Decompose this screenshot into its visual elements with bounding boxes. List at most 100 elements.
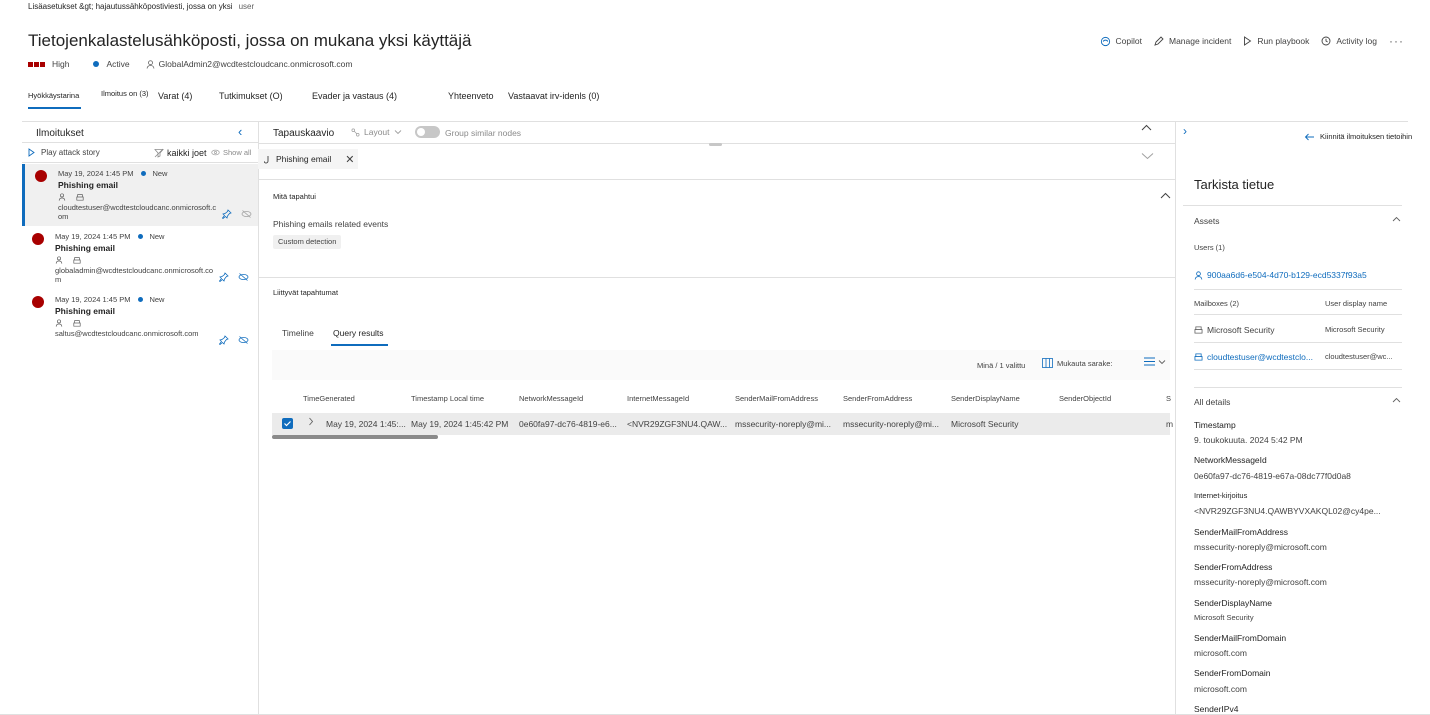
copilot-button[interactable]: Copilot: [1100, 36, 1142, 47]
column-header[interactable]: InternetMessageId: [627, 394, 689, 403]
horizontal-scrollbar[interactable]: [272, 435, 438, 439]
alert-meta: May 19, 2024 1:45 PM New: [58, 169, 167, 178]
phishing-email-tab[interactable]: Phishing email ✕: [258, 149, 358, 169]
detail-key: SenderMailFromAddress: [1194, 527, 1289, 537]
tab-timeline[interactable]: Timeline: [282, 328, 314, 338]
activity-log-button[interactable]: Activity log: [1321, 36, 1377, 46]
layout-label: Layout: [364, 127, 390, 137]
tab-assets[interactable]: Varat (4): [158, 91, 192, 101]
collapse-panel-icon[interactable]: ‹: [238, 124, 242, 139]
mailbox-name: cloudtestuser@wcdtestclo...: [1207, 352, 1313, 362]
mailbox-name: Microsoft Security: [1207, 325, 1275, 335]
column-header[interactable]: TimeGenerated: [303, 394, 355, 403]
tab-alerts[interactable]: Ilmoitus on (3): [101, 89, 149, 98]
show-all-button[interactable]: Show all: [211, 148, 251, 157]
filter-button[interactable]: kaikki joet: [154, 148, 207, 158]
column-header[interactable]: Timestamp Local time: [411, 394, 484, 403]
mailbox-icon: [73, 320, 81, 327]
tab-attack-story[interactable]: Hyökkäystarina: [28, 91, 79, 100]
alert-meta: May 19, 2024 1:45 PM New: [55, 295, 164, 304]
activity-log-label: Activity log: [1336, 36, 1377, 46]
severity-label: High: [52, 59, 70, 69]
table-cell: Microsoft Security: [951, 419, 1019, 429]
alert-card[interactable]: May 19, 2024 1:45 PM New Phishing email s…: [22, 290, 258, 352]
alert-date: May 19, 2024 1:45 PM: [58, 169, 134, 178]
pin-icon[interactable]: [219, 335, 229, 345]
hide-icon[interactable]: [238, 272, 249, 282]
pin-icon[interactable]: [222, 209, 232, 219]
divider: [1194, 387, 1402, 388]
manage-incident-button[interactable]: Manage incident: [1154, 36, 1231, 46]
column-header[interactable]: SenderObjectId: [1059, 394, 1111, 403]
column-header[interactable]: S: [1166, 394, 1171, 403]
column-header[interactable]: SenderMailFromAddress: [735, 394, 818, 403]
play-attack-story-button[interactable]: Play attack story: [28, 148, 100, 157]
group-similar-toggle[interactable]: [415, 126, 440, 138]
pencil-icon: [1154, 36, 1164, 46]
status-dot-icon: [141, 171, 147, 176]
breadcrumb: Lisäasetukset &gt; hajautussähköpostivie…: [28, 2, 254, 11]
selection-count: Minä / 1 valittu: [977, 361, 1026, 370]
detail-key: Internet-kirjoitus: [1194, 491, 1248, 500]
alert-name: Phishing email: [58, 180, 118, 190]
resize-handle[interactable]: [709, 143, 722, 146]
column-header[interactable]: SenderDisplayName: [951, 394, 1020, 403]
alert-entity-icons: [58, 193, 84, 201]
close-icon[interactable]: ✕: [345, 153, 354, 166]
status-dot-icon: [138, 234, 144, 239]
divider: [1194, 289, 1402, 290]
chevron-down-icon[interactable]: [1141, 152, 1154, 160]
mailbox-item[interactable]: Microsoft Security: [1194, 325, 1275, 335]
chevron-up-icon[interactable]: [1392, 397, 1401, 403]
hide-icon[interactable]: [238, 335, 249, 345]
alert-date: May 19, 2024 1:45 PM: [55, 295, 131, 304]
chevron-down-icon: [394, 130, 401, 135]
detail-value: <NVR29ZGF3NU4.QAWBYVXAKQL02@cy4pe...: [1194, 506, 1381, 516]
chevron-up-icon[interactable]: [1141, 124, 1152, 131]
user-link[interactable]: 900aa6d6-e504-4d70-b129-ecd5337f93a5: [1194, 270, 1367, 280]
alert-meta: May 19, 2024 1:45 PM New: [55, 232, 164, 241]
what-happened-heading: Mitä tapahtui: [273, 192, 316, 201]
alert-name: Phishing email: [55, 306, 115, 316]
density-dropdown[interactable]: [1144, 357, 1166, 366]
tab-query-results[interactable]: Query results: [333, 328, 384, 338]
chevron-right-icon[interactable]: ›: [1183, 124, 1187, 138]
detail-value: microsoft.com: [1194, 648, 1247, 658]
layout-dropdown[interactable]: Layout: [351, 127, 402, 137]
divider: [1175, 121, 1176, 715]
chevron-up-icon[interactable]: [1392, 216, 1401, 222]
events-description: Phishing emails related events: [273, 219, 389, 229]
hide-icon[interactable]: [241, 209, 252, 219]
tab-similar-incidents[interactable]: Vastaavat irv-idenls (0): [508, 91, 599, 101]
alert-mailbox: cloudtestuser@wcdtestcloudcanc.onmicroso…: [58, 203, 217, 221]
detail-key: SenderFromAddress: [1194, 562, 1273, 572]
status-dot-icon: [138, 297, 144, 302]
tab-evidence-response[interactable]: Evader ja vastaus (4): [312, 91, 397, 101]
more-actions-button[interactable]: ···: [1389, 34, 1404, 48]
breadcrumb-path[interactable]: Lisäasetukset &gt; hajautussähköpostivie…: [28, 2, 233, 11]
pin-to-alert-link[interactable]: Kiinnitä ilmoituksen tietoihin: [1304, 132, 1412, 141]
tab-investigations[interactable]: Tutkimukset (O): [219, 91, 283, 101]
column-header[interactable]: NetworkMessageId: [519, 394, 583, 403]
customize-columns-button[interactable]: Mukauta sarake:: [1042, 358, 1112, 368]
detail-value: Microsoft Security: [1194, 613, 1254, 622]
owner-label[interactable]: GlobalAdmin2@wcdtestcloudcanc.onmicrosof…: [159, 59, 353, 69]
pin-icon[interactable]: [219, 272, 229, 282]
detail-value: mssecurity-noreply@microsoft.com: [1194, 577, 1327, 587]
expand-row-icon[interactable]: [308, 417, 314, 426]
related-events-heading: Liittyvät tapahtumat: [273, 288, 339, 297]
run-playbook-button[interactable]: Run playbook: [1243, 36, 1309, 46]
alert-card[interactable]: May 19, 2024 1:45 PM New Phishing email g…: [22, 227, 258, 289]
table-cell: mssecurity-noreply@mi...: [735, 419, 832, 429]
mailboxes-label: Mailboxes (2): [1194, 299, 1240, 308]
mailbox-link[interactable]: cloudtestuser@wcdtestclo...: [1194, 352, 1313, 362]
severity-high-icon: [32, 233, 44, 245]
row-checkbox[interactable]: [282, 418, 293, 429]
play-icon: [1244, 36, 1252, 46]
chevron-up-icon[interactable]: [1160, 192, 1171, 199]
column-header[interactable]: SenderFromAddress: [843, 394, 912, 403]
detail-value: 9. toukokuuta. 2024 5:42 PM: [1194, 435, 1303, 445]
play-icon: [28, 148, 35, 157]
tab-summary[interactable]: Yhteenveto: [448, 91, 494, 101]
alert-card[interactable]: May 19, 2024 1:45 PM New Phishing email c…: [22, 164, 258, 226]
